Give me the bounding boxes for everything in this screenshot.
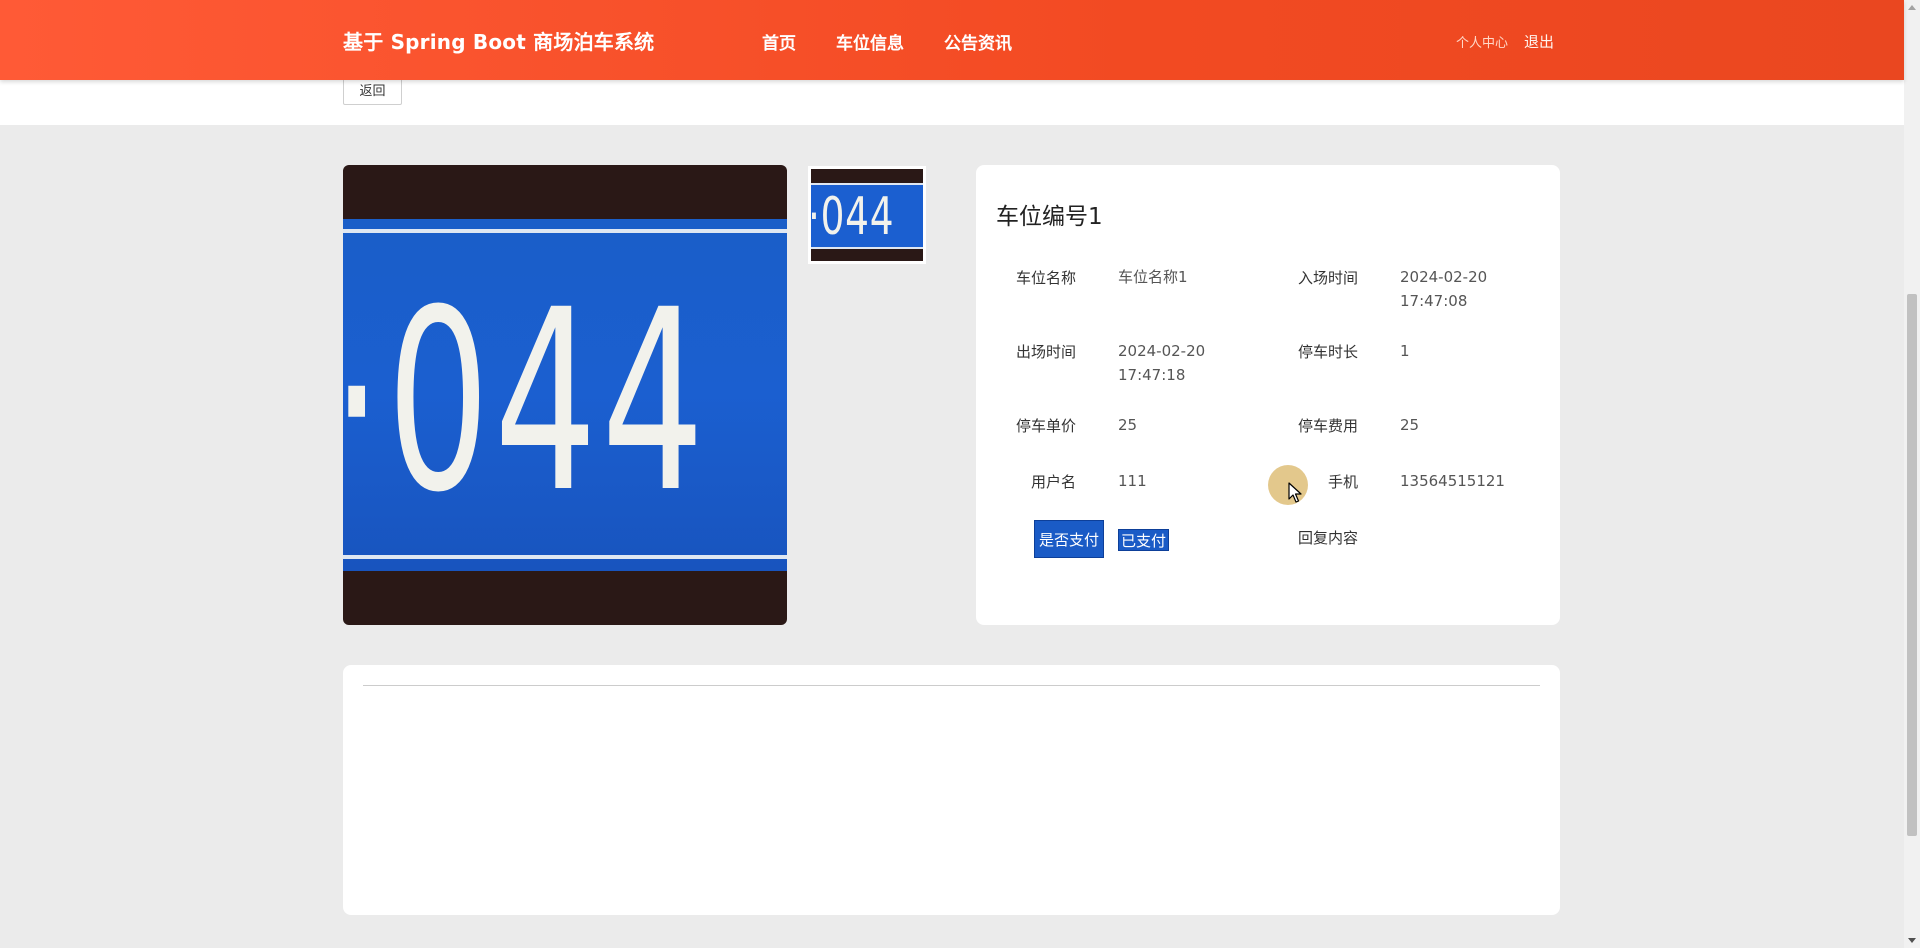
- duration-value: 1: [1400, 342, 1410, 360]
- logout-link[interactable]: 退出: [1524, 31, 1554, 52]
- entry-time-label: 入场时间: [1297, 269, 1358, 287]
- fee-label: 停车费用: [1297, 417, 1358, 435]
- thumbnail-plate: ·044: [811, 183, 923, 249]
- paid-label: 是否支付: [1034, 520, 1104, 558]
- user-links: 个人中心 退出: [1456, 31, 1554, 52]
- username-value: 111: [1118, 472, 1147, 490]
- nav-announcements[interactable]: 公告资讯: [944, 29, 1012, 54]
- parking-detail-card: 车位编号1 车位名称 车位名称1 入场时间 2024-02-20 17:47:0…: [976, 165, 1560, 625]
- main-image: ·044: [343, 165, 787, 625]
- user-center-link[interactable]: 个人中心: [1456, 32, 1508, 51]
- plate-border-bottom: [343, 555, 787, 559]
- unit-price-label: 停车单价: [1015, 417, 1076, 435]
- back-button[interactable]: 返回: [343, 78, 402, 105]
- paid-value: 已支付: [1118, 529, 1170, 551]
- plate-border-top: [343, 229, 787, 233]
- unit-price-value: 25: [1118, 416, 1138, 434]
- reply-label: 回复内容: [1297, 529, 1358, 547]
- detail-title: 车位编号1: [996, 204, 1103, 230]
- entry-time-value: 2024-02-20 17:47:08: [1400, 268, 1488, 310]
- scroll-up-arrow-icon[interactable]: [1908, 5, 1916, 10]
- mouse-pointer-icon: [1288, 482, 1302, 503]
- phone-value: 13564515121: [1400, 472, 1505, 490]
- site-title[interactable]: 基于 Spring Boot 商场泊车系统: [343, 26, 654, 55]
- thumbnail-plate-digits: ·044: [808, 187, 895, 247]
- main-nav: 首页 车位信息 公告资讯: [762, 29, 1012, 54]
- scroll-down-arrow-icon[interactable]: [1908, 938, 1916, 943]
- exit-time-label: 出场时间: [1015, 343, 1076, 361]
- duration-label: 停车时长: [1297, 343, 1358, 361]
- nav-home[interactable]: 首页: [762, 29, 796, 54]
- plate-digits: ·044: [343, 256, 709, 547]
- scrollbar-thumb[interactable]: [1907, 294, 1917, 836]
- license-plate-photo: ·044: [343, 219, 787, 571]
- comments-section: [343, 665, 1560, 915]
- fee-value: 25: [1400, 416, 1420, 434]
- nav-parking-info[interactable]: 车位信息: [836, 29, 904, 54]
- toolbar-band: [0, 80, 1904, 125]
- space-name-label: 车位名称: [1015, 269, 1076, 287]
- page-scrollbar[interactable]: [1904, 0, 1920, 948]
- comments-divider: [363, 685, 1540, 686]
- space-name-value: 车位名称1: [1118, 268, 1188, 286]
- username-label: 用户名: [1030, 473, 1076, 491]
- thumbnail-image[interactable]: ·044: [808, 166, 926, 264]
- exit-time-value: 2024-02-20 17:47:18: [1118, 342, 1206, 384]
- top-navbar: 基于 Spring Boot 商场泊车系统 首页 车位信息 公告资讯 个人中心 …: [0, 0, 1904, 80]
